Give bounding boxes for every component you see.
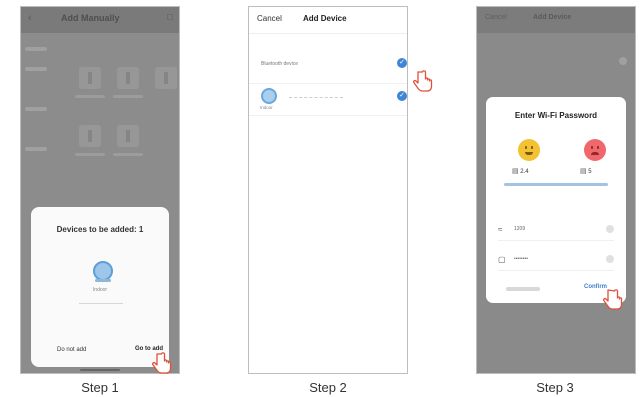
tile-label — [75, 153, 105, 156]
hand-pointer-icon — [413, 70, 433, 92]
divider — [498, 240, 614, 241]
tile-label — [75, 95, 105, 98]
device-category-tile[interactable] — [117, 125, 139, 147]
step3-top-bar: Cancel Add Device — [477, 7, 635, 33]
divider — [79, 303, 123, 304]
select-all-check-icon[interactable]: ✓ — [397, 58, 407, 68]
wifi-password-dialog: Enter Wi-Fi Password ▤ 2.4 ▤ 5 ≈ 1209 ▢ … — [486, 97, 626, 303]
router-icon: ▤ — [580, 168, 587, 175]
step1-page-title: Add Manually — [61, 13, 120, 23]
step3-phone-screen: Cancel Add Device Enter Wi-Fi Password ▤… — [476, 6, 636, 374]
device-list-item[interactable]: Indoor ✓ — [249, 83, 407, 114]
tile-label — [113, 153, 143, 156]
happy-face-icon — [518, 139, 540, 161]
sheet-title: Devices to be added: 1 — [56, 225, 144, 234]
device-check-icon[interactable]: ✓ — [397, 91, 407, 101]
sad-face-icon — [584, 139, 606, 161]
wifi-password-field[interactable]: ▢ •••••••• — [498, 255, 614, 269]
do-not-add-button[interactable]: Do not add — [57, 347, 86, 353]
dialog-cancel-button[interactable] — [506, 287, 540, 291]
camera-icon[interactable] — [93, 261, 113, 281]
band-2-4-label: 2.4 — [520, 169, 529, 175]
device-name: Indoor — [92, 287, 108, 293]
category-tab[interactable] — [25, 47, 47, 51]
category-tab[interactable] — [25, 107, 47, 111]
divider — [249, 115, 407, 116]
cancel-button[interactable]: Cancel — [257, 14, 282, 23]
settings-icon[interactable] — [619, 57, 627, 65]
bluetooth-device-label: Bluetooth device — [261, 61, 298, 67]
lock-icon: ▢ — [498, 255, 506, 264]
category-tab[interactable] — [25, 67, 47, 71]
device-name: Indoor — [260, 105, 273, 110]
wifi-ssid-value: 1209 — [514, 226, 526, 232]
step2-caption: Step 2 — [309, 380, 347, 395]
device-category-tile[interactable] — [117, 67, 139, 89]
bluetooth-device-row[interactable]: Bluetooth device ✓ — [249, 57, 407, 79]
back-icon[interactable]: ‹ — [28, 12, 32, 24]
show-password-icon[interactable] — [606, 255, 614, 263]
password-value: •••••••• — [514, 256, 529, 262]
home-indicator — [80, 369, 120, 371]
hand-pointer-icon — [152, 352, 172, 374]
step1-phone-screen: ‹ Add Manually □ Devices to be added: 1 … — [20, 6, 180, 374]
router-icon: ▤ — [512, 168, 519, 175]
switch-network-icon[interactable] — [606, 225, 614, 233]
camera-icon — [261, 88, 277, 104]
cancel-button[interactable]: Cancel — [485, 14, 507, 21]
step2-page-title: Add Device — [303, 14, 347, 23]
wifi-support-note-link[interactable] — [504, 183, 608, 186]
tile-label — [113, 95, 143, 98]
dialog-title: Enter Wi-Fi Password — [514, 111, 598, 120]
scan-icon[interactable]: □ — [167, 12, 173, 23]
device-category-tile[interactable] — [155, 67, 177, 89]
step1-caption: Step 1 — [81, 380, 119, 395]
hand-pointer-icon — [603, 289, 623, 310]
device-category-tile[interactable] — [79, 125, 101, 147]
camera-base — [95, 279, 111, 282]
devices-to-add-sheet: Devices to be added: 1 Indoor Do not add… — [31, 207, 169, 367]
step3-caption: Step 3 — [536, 380, 574, 395]
device-id-placeholder — [289, 97, 343, 99]
wifi-icon: ≈ — [498, 225, 503, 234]
step2-phone-screen: Cancel Add Device Bluetooth device ✓ Ind… — [248, 6, 408, 374]
device-category-tile[interactable] — [79, 67, 101, 89]
band-5-label: 5 — [588, 169, 592, 175]
category-tab[interactable] — [25, 147, 47, 151]
step1-top-bar: ‹ Add Manually □ — [21, 7, 179, 33]
band-2-4ghz: ▤ 2.4 — [512, 167, 529, 175]
wifi-ssid-field[interactable]: ≈ 1209 — [498, 225, 614, 239]
divider — [498, 270, 614, 271]
step2-top-bar: Cancel Add Device — [249, 7, 407, 34]
band-5ghz: ▤ 5 — [580, 167, 592, 175]
step3-page-title: Add Device — [533, 14, 572, 21]
